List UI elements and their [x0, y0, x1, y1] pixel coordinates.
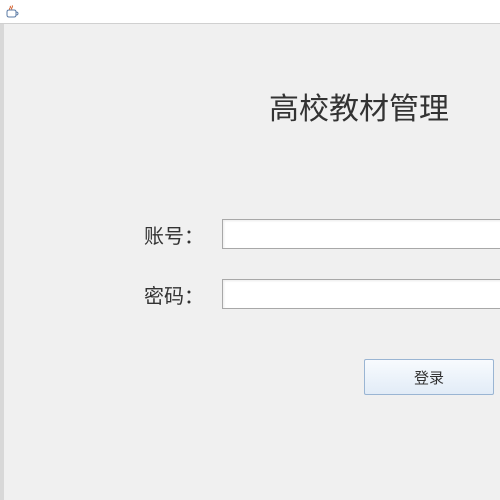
password-label: 密码：	[144, 280, 204, 309]
password-row: 密码：	[144, 279, 500, 309]
app-title: 高校教材管理	[269, 84, 449, 128]
title-bar	[0, 0, 500, 24]
account-input[interactable]	[222, 219, 500, 249]
account-label: 账号：	[144, 220, 204, 249]
content-area: 高校教材管理 账号： 密码： 登录	[0, 24, 500, 500]
password-input[interactable]	[222, 279, 500, 309]
account-row: 账号：	[144, 219, 500, 249]
login-button[interactable]: 登录	[364, 359, 494, 395]
java-cup-icon	[4, 4, 20, 20]
